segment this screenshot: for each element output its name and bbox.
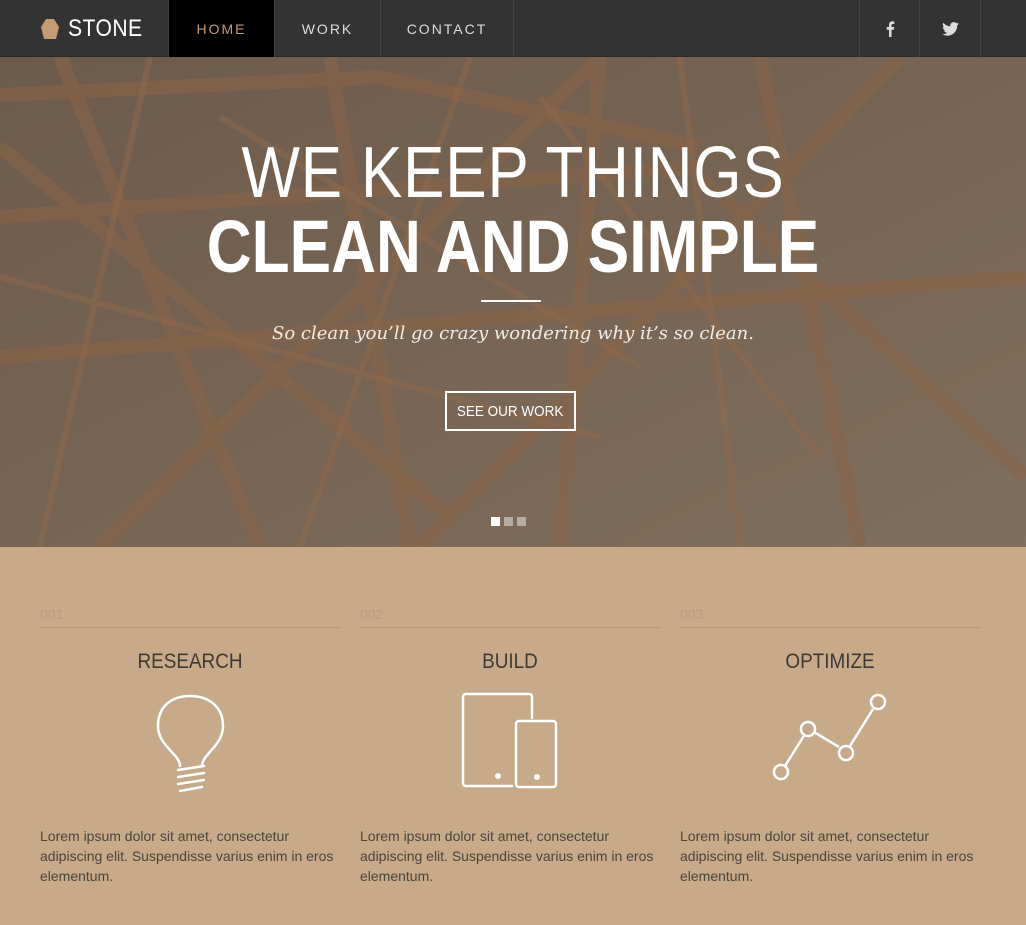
feature-divider xyxy=(680,627,980,628)
slide-dot-2[interactable] xyxy=(504,517,513,526)
twitter-icon xyxy=(941,21,959,36)
hero-headline-light: WE KEEP THINGS xyxy=(241,133,785,213)
line-graph-icon xyxy=(772,693,887,781)
nav-contact[interactable]: CONTACT xyxy=(381,0,514,57)
feature-build: 002 BUILD Lorem ipsum dolor sit amet, co… xyxy=(360,600,660,900)
feature-description: Lorem ipsum dolor sit amet, consectetur … xyxy=(680,828,974,884)
nav-work[interactable]: WORK xyxy=(275,0,381,57)
top-navbar: STONE HOME WORK CONTACT xyxy=(0,0,1026,57)
see-our-work-button[interactable]: SEE OUR WORK xyxy=(445,391,576,431)
see-our-work-label: SEE OUR WORK xyxy=(457,402,564,420)
facebook-link[interactable] xyxy=(859,0,919,57)
facebook-icon xyxy=(886,20,894,37)
feature-title: RESEARCH xyxy=(137,650,243,673)
brand-name: STONE xyxy=(68,14,143,42)
feature-divider xyxy=(40,627,340,628)
hero-slider: WE KEEP THINGS CLEAN AND SIMPLE So clean… xyxy=(0,57,1026,547)
twitter-link[interactable] xyxy=(919,0,981,57)
feature-title: BUILD xyxy=(482,650,538,673)
feature-description: Lorem ipsum dolor sit amet, consectetur … xyxy=(360,828,654,884)
hero-tagline: So clean you’ll go crazy wondering why i… xyxy=(272,323,754,344)
hexagon-icon xyxy=(41,18,59,39)
slider-pagination xyxy=(491,517,526,526)
feature-number: 001 xyxy=(40,606,64,622)
hero-background-image xyxy=(0,57,1026,547)
feature-optimize: 003 OPTIMIZE Lorem ipsum dolor sit amet,… xyxy=(680,600,980,900)
slide-dot-1[interactable] xyxy=(491,517,500,526)
nav-home[interactable]: HOME xyxy=(168,0,275,57)
feature-divider xyxy=(360,627,660,628)
hero-headline-bold: CLEAN AND SIMPLE xyxy=(206,205,820,288)
feature-number: 002 xyxy=(360,606,384,622)
hero-divider xyxy=(481,300,541,302)
feature-title: OPTIMIZE xyxy=(785,650,875,673)
devices-icon xyxy=(461,692,558,789)
feature-description: Lorem ipsum dolor sit amet, consectetur … xyxy=(40,828,334,884)
brand-logo[interactable]: STONE xyxy=(40,0,153,57)
feature-number: 003 xyxy=(680,606,704,622)
slide-dot-3[interactable] xyxy=(517,517,526,526)
lightbulb-icon xyxy=(156,694,225,793)
feature-research: 001 RESEARCH Lorem ipsum dolor sit amet,… xyxy=(40,600,340,900)
